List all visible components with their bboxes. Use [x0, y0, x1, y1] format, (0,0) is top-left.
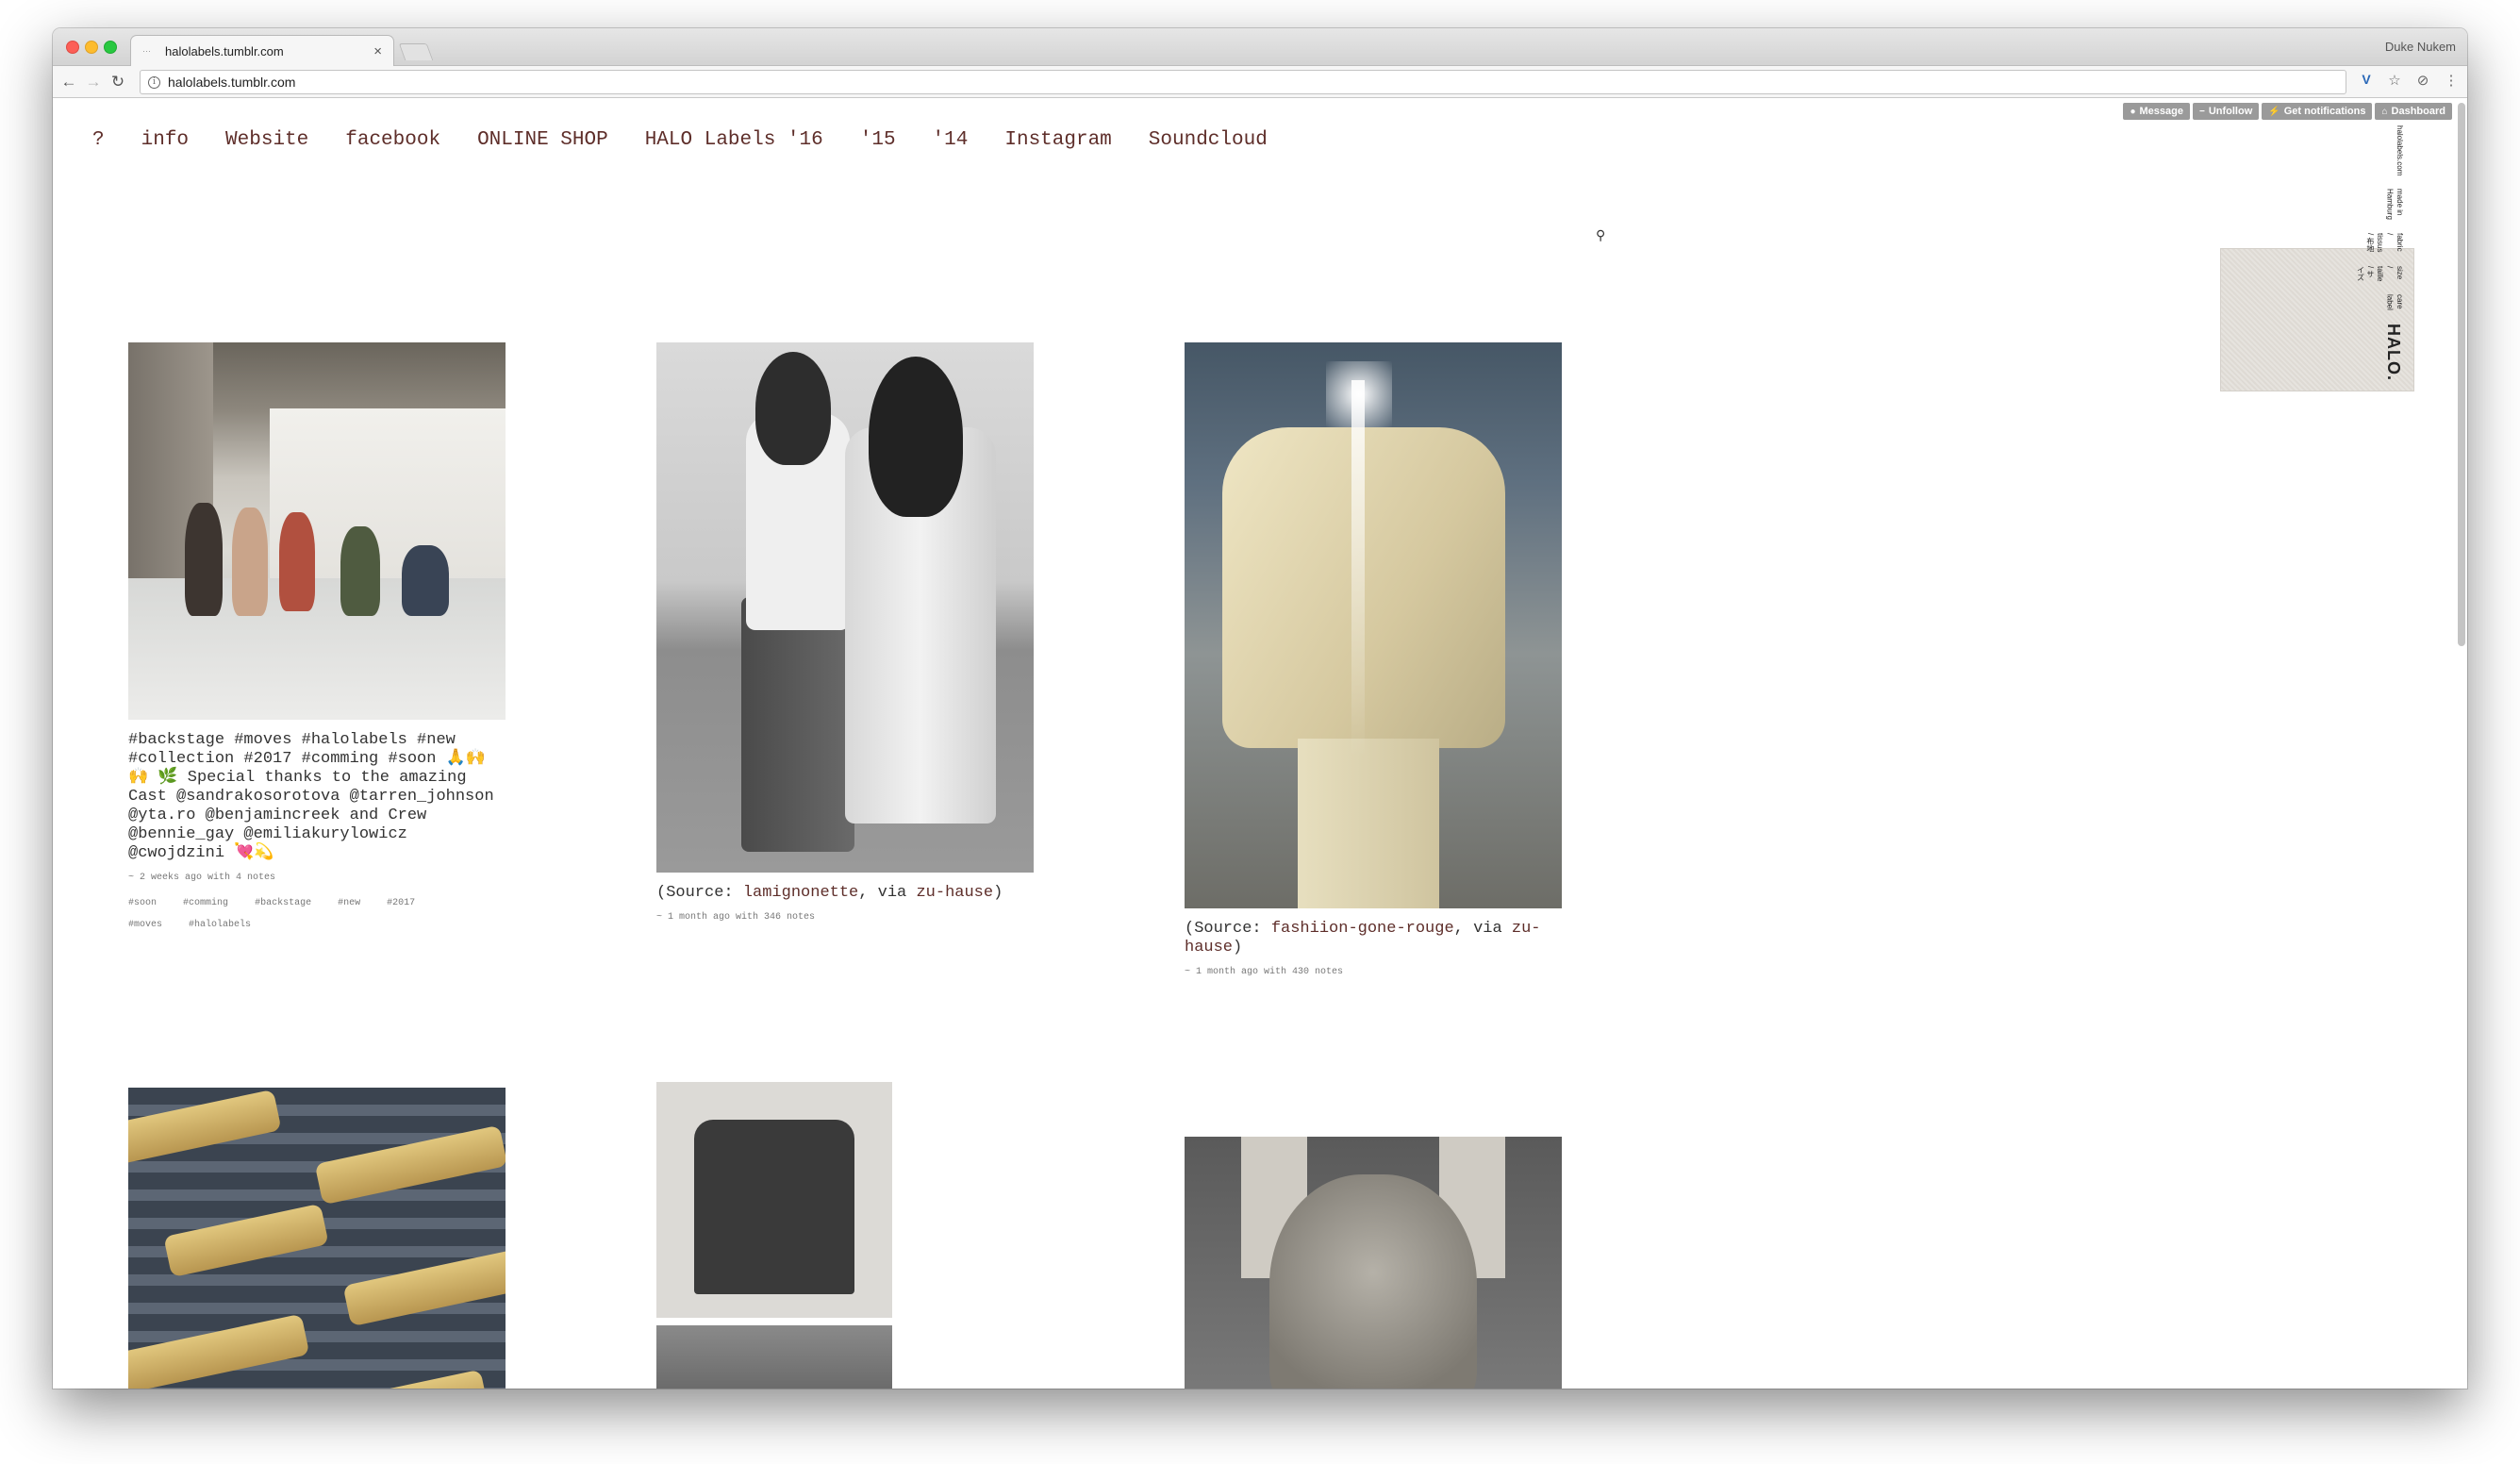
source-link[interactable]: lamignonette — [743, 884, 858, 902]
post-dance-rehearsal: #backstage #moves #halolabels #new #coll… — [128, 342, 506, 936]
tab-title: halolabels.tumblr.com — [165, 43, 284, 58]
tag-link[interactable]: #halolabels — [189, 920, 251, 930]
post-photo[interactable] — [1185, 1137, 1562, 1389]
post-meta[interactable]: ~ 1 month ago with 346 notes — [656, 912, 1034, 923]
bookmark-star-icon[interactable]: ☆ — [2386, 72, 2403, 89]
message-button[interactable]: ● Message — [2123, 103, 2190, 120]
close-window-button[interactable] — [66, 41, 79, 54]
tag-link[interactable]: #soon — [128, 898, 157, 908]
tag-link[interactable]: #2017 — [387, 898, 415, 908]
dashboard-button[interactable]: ⌂ Dashboard — [2375, 103, 2452, 120]
halo-label-image[interactable]: HALO. care label size / taille / サイズ fab… — [2220, 125, 2414, 391]
minimize-window-button[interactable] — [85, 41, 98, 54]
post-meta[interactable]: ~ 1 month ago with 430 notes — [1185, 967, 1562, 977]
browser-window: ⋯ halolabels.tumblr.com × Duke Nukem ← →… — [53, 28, 2467, 1389]
post-photo[interactable] — [656, 342, 1034, 873]
minus-icon: − — [2198, 106, 2205, 117]
address-bar[interactable]: i halolabels.tumblr.com — [140, 70, 2346, 94]
post-quilted-coat: (Source: fashiion-gone-rouge, via zu-hau… — [1185, 342, 1562, 977]
source-link[interactable]: fashiion-gone-rouge — [1271, 920, 1454, 938]
nav-link-instagram[interactable]: Instagram — [1004, 129, 1111, 151]
nav-link-website[interactable]: Website — [225, 129, 308, 151]
post-photo[interactable] — [656, 1082, 892, 1318]
loading-icon: ⋯ — [142, 46, 151, 56]
info-icon[interactable]: i — [148, 75, 160, 89]
post-knit-garment — [656, 1082, 892, 1389]
unfollow-button[interactable]: − Unfollow — [2192, 103, 2260, 120]
forward-arrow-icon[interactable]: → — [83, 72, 104, 92]
post-photo[interactable] — [128, 1088, 506, 1389]
nav-link-question[interactable]: ? — [92, 129, 105, 151]
blog-nav: ? info Website facebook ONLINE SHOP HALO… — [92, 129, 1304, 151]
nav-link-facebook[interactable]: facebook — [345, 129, 440, 151]
post-photo[interactable] — [1185, 342, 1562, 908]
nav-link-soundcloud[interactable]: Soundcloud — [1149, 129, 1268, 151]
message-icon: ● — [2130, 106, 2136, 117]
post-photo[interactable] — [656, 1325, 892, 1389]
post-photo[interactable] — [128, 342, 506, 720]
tag-link[interactable]: #new — [338, 898, 360, 908]
notifications-button[interactable]: ⚡ Get notifications — [2262, 103, 2373, 120]
tumblr-controls: ● Message − Unfollow ⚡ Get notifications ⌂ D… — [2123, 103, 2452, 120]
post-tags: #soon #comming #backstage #new #2017 #mo… — [128, 892, 496, 936]
title-bar: ⋯ halolabels.tumblr.com × Duke Nukem — [53, 28, 2467, 66]
nav-link-info[interactable]: info — [141, 129, 189, 151]
extension-icon[interactable]: ⊘ — [2414, 72, 2431, 89]
scrollbar-thumb[interactable] — [2458, 103, 2465, 646]
nav-link-online-shop[interactable]: ONLINE SHOP — [477, 129, 608, 151]
url-text[interactable]: halolabels.tumblr.com — [168, 75, 295, 90]
tag-link[interactable]: #comming — [183, 898, 228, 908]
label-line: care label — [2385, 294, 2404, 311]
back-arrow-icon[interactable]: ← — [58, 72, 79, 92]
tab-close-icon[interactable]: × — [373, 44, 382, 58]
search-icon[interactable]: ⚲ — [1596, 227, 1605, 243]
tag-link[interactable]: #moves — [128, 920, 162, 930]
label-line: fabric / tissus / 布地 — [2365, 233, 2404, 253]
nav-link-14[interactable]: '14 — [933, 129, 969, 151]
maximize-window-button[interactable] — [104, 41, 117, 54]
label-text: HALO. care label size / taille / サイズ fab… — [2230, 125, 2404, 381]
tag-link[interactable]: #backstage — [255, 898, 311, 908]
post-gold-bands — [128, 1088, 506, 1389]
extension-v-icon[interactable]: V — [2358, 72, 2375, 89]
nav-link-15[interactable]: '15 — [860, 129, 896, 151]
page-viewport: ● Message − Unfollow ⚡ Get notifications ⌂ D… — [53, 99, 2467, 1389]
browser-tab[interactable]: ⋯ halolabels.tumblr.com × — [130, 35, 394, 66]
via-link[interactable]: zu-hause — [916, 884, 993, 902]
post-hooded-figure — [1185, 1137, 1562, 1389]
label-line: size / taille / サイズ — [2356, 265, 2404, 282]
nav-link-halo-labels-16[interactable]: HALO Labels '16 — [645, 129, 823, 151]
post-two-girls: (Source: lamignonette, via zu-hause) ~ 1… — [656, 342, 1034, 923]
post-caption: #backstage #moves #halolabels #new #coll… — [128, 731, 494, 862]
label-line: made in Hamburg — [2385, 189, 2404, 221]
menu-dots-icon[interactable]: ⋮ — [2443, 72, 2460, 89]
post-meta[interactable]: ~ 2 weeks ago with 4 notes — [128, 873, 506, 883]
reload-icon[interactable]: ↻ — [108, 72, 128, 92]
post-caption: (Source: lamignonette, via zu-hause) — [656, 884, 1003, 902]
label-brand: HALO. — [2384, 324, 2403, 381]
browser-toolbar: ← → ↻ i halolabels.tumblr.com V ☆ ⊘ ⋮ — [53, 66, 2467, 98]
label-line: halolabels.com — [2396, 125, 2404, 176]
bolt-icon: ⚡ — [2268, 106, 2280, 117]
profile-name[interactable]: Duke Nukem — [2385, 40, 2456, 54]
post-caption: (Source: fashiion-gone-rouge, via zu-hau… — [1185, 920, 1541, 957]
home-icon: ⌂ — [2381, 106, 2388, 117]
new-tab-button[interactable] — [398, 43, 434, 60]
